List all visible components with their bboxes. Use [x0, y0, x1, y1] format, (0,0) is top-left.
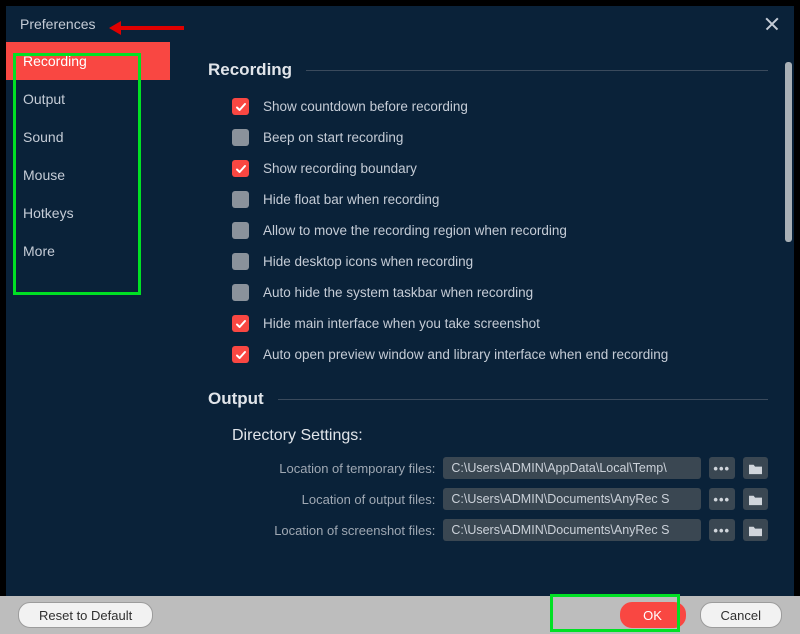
- sidebar-item-more[interactable]: More: [6, 232, 170, 270]
- checkbox[interactable]: [232, 191, 249, 208]
- title-bar: Preferences: [6, 6, 794, 42]
- sidebar: Recording Output Sound Mouse Hotkeys Mor…: [6, 42, 170, 596]
- option-label: Show recording boundary: [263, 161, 417, 176]
- preferences-window: Preferences Recording Output Sound Mouse…: [6, 6, 794, 596]
- sidebar-item-mouse[interactable]: Mouse: [6, 156, 170, 194]
- directory-input-screenshot[interactable]: C:\Users\ADMIN\Documents\AnyRec S: [443, 519, 701, 541]
- directory-settings-heading: Directory Settings:: [232, 427, 768, 445]
- window-title: Preferences: [20, 16, 95, 32]
- ok-button[interactable]: OK: [620, 602, 686, 628]
- directory-label: Location of output files:: [256, 492, 435, 507]
- window-body: Recording Output Sound Mouse Hotkeys Mor…: [6, 42, 794, 596]
- close-icon[interactable]: [764, 16, 780, 32]
- divider: [278, 399, 768, 400]
- checkbox[interactable]: [232, 315, 249, 332]
- browse-button[interactable]: •••: [709, 519, 734, 541]
- directory-row: Location of screenshot files: C:\Users\A…: [256, 519, 768, 541]
- sidebar-item-recording[interactable]: Recording: [6, 42, 170, 80]
- directory-label: Location of temporary files:: [256, 461, 435, 476]
- open-folder-button[interactable]: [743, 457, 768, 479]
- directory-row: Location of output files: C:\Users\ADMIN…: [256, 488, 768, 510]
- directory-input-output[interactable]: C:\Users\ADMIN\Documents\AnyRec S: [443, 488, 701, 510]
- section-title-label: Output: [208, 389, 264, 409]
- checkbox[interactable]: [232, 222, 249, 239]
- browse-button[interactable]: •••: [709, 457, 734, 479]
- directory-label: Location of screenshot files:: [256, 523, 435, 538]
- main-panel: Recording Show countdown before recordin…: [170, 42, 794, 596]
- footer-bar: Reset to Default OK Cancel: [0, 596, 800, 634]
- scrollbar[interactable]: [785, 62, 792, 242]
- sidebar-item-sound[interactable]: Sound: [6, 118, 170, 156]
- browse-button[interactable]: •••: [709, 488, 734, 510]
- checkbox[interactable]: [232, 284, 249, 301]
- checkbox[interactable]: [232, 253, 249, 270]
- option-label: Auto open preview window and library int…: [263, 347, 668, 362]
- option-row: Auto open preview window and library int…: [232, 346, 768, 363]
- directory-row: Location of temporary files: C:\Users\AD…: [256, 457, 768, 479]
- checkbox[interactable]: [232, 129, 249, 146]
- checkbox[interactable]: [232, 160, 249, 177]
- option-label: Hide desktop icons when recording: [263, 254, 473, 269]
- reset-to-default-button[interactable]: Reset to Default: [18, 602, 153, 628]
- option-row: Allow to move the recording region when …: [232, 222, 768, 239]
- sidebar-item-output[interactable]: Output: [6, 80, 170, 118]
- cancel-button[interactable]: Cancel: [700, 602, 782, 628]
- sidebar-item-hotkeys[interactable]: Hotkeys: [6, 194, 170, 232]
- option-label: Hide main interface when you take screen…: [263, 316, 540, 331]
- section-title-output: Output: [208, 389, 768, 409]
- option-row: Beep on start recording: [232, 129, 768, 146]
- section-title-recording: Recording: [208, 60, 768, 80]
- directory-input-temp[interactable]: C:\Users\ADMIN\AppData\Local\Temp\: [443, 457, 701, 479]
- divider: [306, 70, 768, 71]
- option-label: Hide float bar when recording: [263, 192, 439, 207]
- checkbox[interactable]: [232, 346, 249, 363]
- option-row: Hide float bar when recording: [232, 191, 768, 208]
- option-row: Hide desktop icons when recording: [232, 253, 768, 270]
- open-folder-button[interactable]: [743, 519, 768, 541]
- open-folder-button[interactable]: [743, 488, 768, 510]
- option-label: Auto hide the system taskbar when record…: [263, 285, 533, 300]
- option-label: Show countdown before recording: [263, 99, 468, 114]
- section-title-label: Recording: [208, 60, 292, 80]
- option-row: Hide main interface when you take screen…: [232, 315, 768, 332]
- option-row: Auto hide the system taskbar when record…: [232, 284, 768, 301]
- checkbox[interactable]: [232, 98, 249, 115]
- option-row: Show countdown before recording: [232, 98, 768, 115]
- option-row: Show recording boundary: [232, 160, 768, 177]
- option-label: Beep on start recording: [263, 130, 403, 145]
- option-label: Allow to move the recording region when …: [263, 223, 567, 238]
